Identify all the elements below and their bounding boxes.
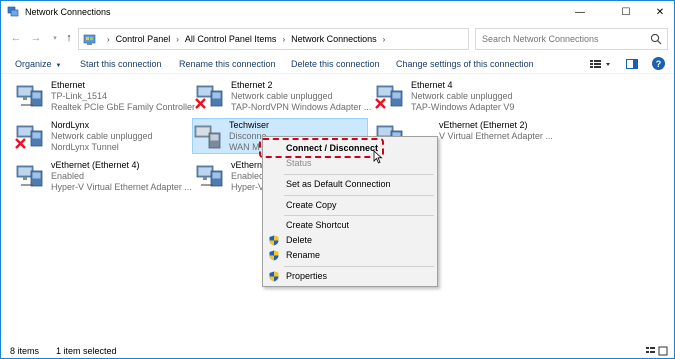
preview-pane-icon[interactable] xyxy=(626,58,638,70)
menu-item-create-shortcut[interactable]: Create Shortcut xyxy=(263,218,437,233)
selected-count: 1 item selected xyxy=(56,346,117,356)
connection-item-ethernet-2[interactable]: Ethernet 2 Network cable unplugged TAP-N… xyxy=(195,79,375,115)
search-input[interactable] xyxy=(482,32,642,46)
connection-name: NordLynx xyxy=(51,120,90,130)
start-connection-button[interactable]: Start this connection xyxy=(80,59,162,69)
breadcrumb-separator-icon[interactable]: › xyxy=(383,35,386,44)
connection-status: Enabled xyxy=(51,171,85,181)
organize-button[interactable]: Organize ▼ xyxy=(15,59,61,69)
menu-divider xyxy=(284,174,434,175)
address-bar[interactable]: › Control Panel › All Control Panel Item… xyxy=(78,28,539,50)
connection-adapter: Hyper-V xyxy=(231,182,265,192)
connection-status: Enabled xyxy=(231,171,265,181)
breadcrumb-network-connections[interactable]: Network Connections xyxy=(291,34,377,44)
item-count: 8 items xyxy=(10,346,40,356)
chevron-down-icon: ▼ xyxy=(55,63,62,69)
status-bar: 8 items 1 item selected xyxy=(1,344,674,358)
network-connections-window: Network Connections — ☐ ✕ ← → ▾ ↑ › Cont… xyxy=(0,0,675,359)
menu-item-rename[interactable]: Rename xyxy=(263,248,437,263)
context-menu: Connect / Disconnect Status Set as Defau… xyxy=(262,136,438,287)
change-settings-button[interactable]: Change settings of this connection xyxy=(396,59,534,69)
connection-adapter: V Virtual Ethernet Adapter ... xyxy=(439,131,553,141)
connection-name: Ethernet 2 xyxy=(231,80,273,90)
network-adapter-disconnected-icon xyxy=(195,85,223,109)
connection-item-nordlynx[interactable]: NordLynx Network cable unplugged NordLyn… xyxy=(15,119,195,155)
connection-status: Network cable unplugged xyxy=(51,131,153,141)
menu-item-label: Delete xyxy=(286,235,313,245)
connection-name: Techwiser xyxy=(229,120,270,130)
command-bar: Organize ▼ Start this connection Rename t… xyxy=(1,54,674,74)
menu-item-label: Rename xyxy=(286,250,321,260)
connection-status: Network cable unplugged xyxy=(231,91,333,101)
menu-item-delete[interactable]: Delete xyxy=(263,233,437,248)
forward-arrow-icon[interactable]: → xyxy=(29,31,43,45)
menu-divider xyxy=(284,215,434,216)
connection-name: vEthernet (Ethernet 2) xyxy=(439,120,528,130)
maximize-button[interactable]: ☐ xyxy=(611,1,641,23)
connection-status: TP-Link_1514 xyxy=(51,91,108,101)
menu-item-label: Create Copy xyxy=(286,200,337,210)
breadcrumb-all-items[interactable]: All Control Panel Items xyxy=(185,34,277,44)
wan-miniport-icon xyxy=(194,125,221,149)
close-button[interactable]: ✕ xyxy=(645,1,675,23)
network-adapter-disconnected-icon xyxy=(15,125,43,149)
menu-item-label: Properties xyxy=(286,271,328,281)
menu-item-label: Set as Default Connection xyxy=(286,179,391,189)
menu-item-status[interactable]: Status xyxy=(263,156,437,171)
menu-item-label: Create Shortcut xyxy=(286,220,350,230)
connection-adapter: TAP-NordVPN Windows Adapter ... xyxy=(231,102,372,112)
connection-item-vethernet-4[interactable]: vEthernet (Ethernet 4) Enabled Hyper-V V… xyxy=(15,159,195,195)
help-icon[interactable]: ? xyxy=(652,57,665,70)
view-toggle-icon[interactable] xyxy=(645,346,669,356)
connection-name: Ethernet xyxy=(51,80,86,90)
connection-item-ethernet-4[interactable]: Ethernet 4 Network cable unplugged TAP-W… xyxy=(375,79,555,115)
menu-item-properties[interactable]: Properties xyxy=(263,269,437,284)
delete-connection-button[interactable]: Delete this connection xyxy=(291,59,380,69)
organize-label: Organize xyxy=(15,59,52,69)
connection-adapter: TAP-Windows Adapter V9 xyxy=(411,102,515,112)
title-bar[interactable]: Network Connections — ☐ ✕ xyxy=(1,1,674,23)
network-adapter-icon xyxy=(196,165,223,187)
menu-item-label: Status xyxy=(286,158,312,168)
minimize-button[interactable]: — xyxy=(565,1,595,23)
window-title: Network Connections xyxy=(25,7,111,17)
connection-adapter: Hyper-V Virtual Ethernet Adapter ... xyxy=(51,182,192,192)
connection-status: Network cable unplugged xyxy=(411,91,513,101)
connection-name: vEthern xyxy=(231,160,263,170)
change-view-icon[interactable] xyxy=(589,58,613,70)
navigation-bar: ← → ▾ ↑ › Control Panel › All Control Pa… xyxy=(1,25,674,51)
search-box[interactable] xyxy=(475,28,668,50)
breadcrumb-control-panel[interactable]: Control Panel xyxy=(116,34,171,44)
search-icon[interactable] xyxy=(650,33,662,45)
breadcrumb-separator-icon[interactable]: › xyxy=(107,35,110,44)
connection-item-ethernet[interactable]: Ethernet TP-Link_1514 Realtek PCIe GbE F… xyxy=(15,79,195,115)
network-connections-icon xyxy=(7,6,19,17)
back-arrow-icon[interactable]: ← xyxy=(9,31,23,45)
breadcrumb-separator-icon[interactable]: › xyxy=(282,35,285,44)
breadcrumb: › Control Panel › All Control Panel Item… xyxy=(101,34,391,44)
breadcrumb-separator-icon[interactable]: › xyxy=(176,35,179,44)
menu-item-create-copy[interactable]: Create Copy xyxy=(263,198,437,213)
mouse-pointer-icon xyxy=(373,150,383,164)
recent-locations-chevron-icon[interactable]: ▾ xyxy=(48,31,62,45)
network-adapter-icon xyxy=(16,85,43,107)
connection-name: Ethernet 4 xyxy=(411,80,453,90)
uac-shield-icon xyxy=(269,235,279,246)
uac-shield-icon xyxy=(269,250,279,261)
uac-shield-icon xyxy=(269,271,279,282)
network-adapter-icon xyxy=(16,165,43,187)
rename-connection-button[interactable]: Rename this connection xyxy=(179,59,276,69)
connection-adapter: Realtek PCIe GbE Family Controller xyxy=(51,102,196,112)
menu-divider xyxy=(284,195,434,196)
up-arrow-icon[interactable]: ↑ xyxy=(62,31,76,45)
connection-adapter: NordLynx Tunnel xyxy=(51,142,119,152)
control-panel-icon xyxy=(83,34,96,45)
menu-item-set-default[interactable]: Set as Default Connection xyxy=(263,177,437,192)
menu-divider xyxy=(284,266,434,267)
connection-name: vEthernet (Ethernet 4) xyxy=(51,160,140,170)
annotation-highlight xyxy=(259,138,384,158)
network-adapter-disconnected-icon xyxy=(375,85,403,109)
